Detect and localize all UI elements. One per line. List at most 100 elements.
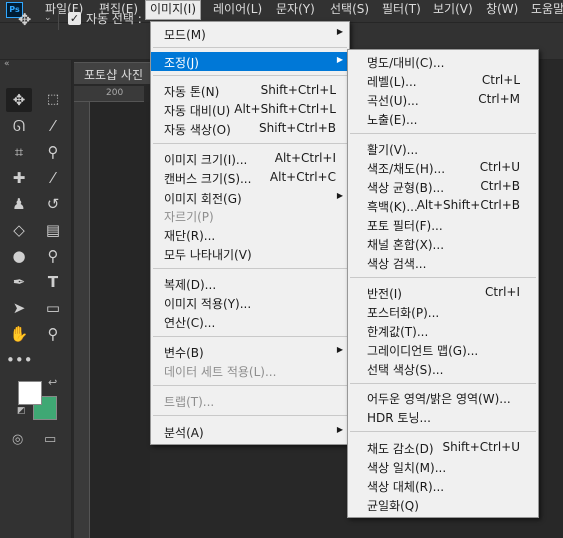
menu-item-reveal-all[interactable]: 모두 나타내기(V)	[151, 244, 349, 263]
zoom-icon[interactable]: ⚲	[40, 322, 66, 346]
menu-help[interactable]: 도움말	[527, 0, 563, 20]
menu-item-image-rotation[interactable]: 이미지 회전(G) ▶	[151, 188, 349, 207]
menu-item-desaturate[interactable]: 채도 감소(D) Shift+Ctrl+U	[348, 438, 538, 457]
menu-item-shortcut: Shift+Ctrl+L	[260, 83, 336, 97]
menu-item-apply-image[interactable]: 이미지 적용(Y)...	[151, 293, 349, 312]
menu-filter[interactable]: 필터(T)	[378, 0, 425, 20]
menu-item-duplicate[interactable]: 복제(D)...	[151, 274, 349, 293]
menu-item-label: 선택 색상(S)...	[367, 363, 444, 377]
auto-select-label: 자동 선택 :	[86, 12, 142, 26]
menu-item-gradient-map[interactable]: 그레이디언트 맵(G)...	[348, 340, 538, 359]
menu-item-label: 곡선(U)...	[367, 94, 419, 108]
menu-item-mode[interactable]: 모드(M) ▶	[151, 24, 349, 43]
auto-select-checkbox[interactable]: ✓	[68, 12, 81, 25]
menu-item-channel-mixer[interactable]: 채널 혼합(X)...	[348, 234, 538, 253]
foreground-color-swatch[interactable]	[18, 381, 42, 405]
menu-divider	[153, 415, 347, 416]
menu-item-shortcut: Alt+Shift+Ctrl+L	[234, 102, 336, 116]
menu-item-photo-filter[interactable]: 포토 필터(F)...	[348, 215, 538, 234]
menu-item-replace-color[interactable]: 색상 대체(R)...	[348, 476, 538, 495]
quick-mask-icon[interactable]: ◎	[12, 432, 23, 447]
menu-item-variables[interactable]: 변수(B) ▶	[151, 342, 349, 361]
screen-mode-icon[interactable]: ▭	[44, 432, 56, 447]
chevron-down-icon[interactable]: ⌄	[44, 13, 52, 23]
menu-divider	[350, 277, 536, 278]
menu-item-trim[interactable]: 재단(R)...	[151, 225, 349, 244]
document-tab-title: 포토샵 사진	[84, 68, 144, 82]
more-icon[interactable]: •••	[6, 348, 33, 372]
healing-brush-icon[interactable]: ✚	[6, 166, 32, 190]
hand-icon[interactable]: ✋	[6, 322, 32, 346]
pen-icon[interactable]: ✒	[6, 270, 32, 294]
menu-item-posterize[interactable]: 포스터화(P)...	[348, 302, 538, 321]
menu-select[interactable]: 선택(S)	[326, 0, 373, 20]
menu-divider	[153, 47, 347, 48]
menu-item-match-color[interactable]: 색상 일치(M)...	[348, 457, 538, 476]
canvas-area	[90, 102, 150, 538]
menu-image[interactable]: 이미지(I)	[145, 0, 202, 20]
menu-item-shortcut: Ctrl+I	[485, 285, 520, 299]
move-tool-preset-icon[interactable]: ✥	[18, 10, 31, 29]
history-brush-icon[interactable]: ↺	[40, 192, 66, 216]
menu-item-exposure[interactable]: 노출(E)...	[348, 109, 538, 128]
lasso-icon[interactable]: ᘏ	[6, 114, 32, 138]
menu-item-levels[interactable]: 레벨(L)... Ctrl+L	[348, 71, 538, 90]
menu-item-label: 연산(C)...	[164, 316, 216, 330]
menu-item-adjustments[interactable]: 조정(J) ▶	[151, 52, 349, 71]
menu-layer[interactable]: 레이어(L)	[209, 0, 266, 20]
menu-view[interactable]: 보기(V)	[429, 0, 477, 20]
brush-icon[interactable]: ⁄	[40, 166, 66, 190]
eyedropper-icon[interactable]: ⚲	[40, 140, 66, 164]
default-colors-icon[interactable]: ◩	[17, 406, 26, 416]
menu-item-auto-contrast[interactable]: 자동 대비(U) Alt+Shift+Ctrl+L	[151, 100, 349, 119]
menu-item-canvas-size[interactable]: 캔버스 크기(S)... Alt+Ctrl+C	[151, 168, 349, 187]
menu-item-invert[interactable]: 반전(I) Ctrl+I	[348, 283, 538, 302]
menu-item-auto-color[interactable]: 자동 색상(O) Shift+Ctrl+B	[151, 119, 349, 138]
path-select-icon[interactable]: ➤	[6, 296, 32, 320]
menu-item-color-lookup[interactable]: 색상 검색...	[348, 253, 538, 272]
menu-type[interactable]: 문자(Y)	[272, 0, 319, 20]
menu-item-calculations[interactable]: 연산(C)...	[151, 312, 349, 331]
blur-icon[interactable]: ●	[6, 244, 32, 268]
menu-item-selective-color[interactable]: 선택 색상(S)...	[348, 359, 538, 378]
menu-item-threshold[interactable]: 한계값(T)...	[348, 321, 538, 340]
menu-item-label: 자동 톤(N)	[164, 85, 220, 99]
rectangle-icon[interactable]: ▭	[40, 296, 66, 320]
menu-item-label: 조정(J)	[164, 56, 199, 70]
menu-item-brightness-contrast[interactable]: 명도/대비(C)...	[348, 52, 538, 71]
menu-item-label: 활기(V)...	[367, 143, 419, 157]
swap-colors-icon[interactable]: ↩	[48, 376, 57, 389]
menu-item-label: 분석(A)	[164, 426, 204, 440]
clone-stamp-icon[interactable]: ♟	[6, 192, 32, 216]
menu-item-equalize[interactable]: 균일화(Q)	[348, 495, 538, 514]
menu-item-label: 이미지 크기(I)...	[164, 153, 248, 167]
menu-item-label: 이미지 적용(Y)...	[164, 297, 252, 311]
menu-item-auto-tone[interactable]: 자동 톤(N) Shift+Ctrl+L	[151, 81, 349, 100]
menu-item-vibrance[interactable]: 활기(V)...	[348, 139, 538, 158]
menu-item-shadows-highlights[interactable]: 어두운 영역/밝은 영역(W)...	[348, 388, 538, 407]
crop-icon[interactable]: ⌗	[6, 140, 32, 164]
menu-item-label: 한계값(T)...	[367, 325, 429, 339]
menu-item-shortcut: Alt+Ctrl+C	[269, 170, 336, 184]
menu-item-curves[interactable]: 곡선(U)... Ctrl+M	[348, 90, 538, 109]
menu-item-label: 변수(B)	[164, 346, 204, 360]
eraser-icon[interactable]: ◇	[6, 218, 32, 242]
menu-item-label: 흑백(K)...	[367, 200, 418, 214]
magic-wand-icon[interactable]: ⁄	[40, 114, 66, 138]
collapse-panel-icon[interactable]: «	[4, 59, 10, 69]
menu-item-hdr-toning[interactable]: HDR 토닝...	[348, 407, 538, 426]
gradient-icon[interactable]: ▤	[40, 218, 66, 242]
move-icon[interactable]: ✥	[6, 88, 32, 112]
menu-item-label: 그레이디언트 맵(G)...	[367, 344, 479, 358]
menu-item-color-balance[interactable]: 색상 균형(B)... Ctrl+B	[348, 177, 538, 196]
menu-item-shortcut: Alt+Ctrl+I	[274, 151, 336, 165]
marquee-icon[interactable]: ⬚	[40, 88, 66, 112]
type-icon[interactable]: T	[40, 270, 66, 294]
dodge-icon[interactable]: ⚲	[40, 244, 66, 268]
menu-item-hue-saturation[interactable]: 색조/채도(H)... Ctrl+U	[348, 158, 538, 177]
menu-window[interactable]: 창(W)	[482, 0, 522, 20]
menu-item-analysis[interactable]: 분석(A) ▶	[151, 422, 349, 441]
menu-item-black-white[interactable]: 흑백(K)... Alt+Shift+Ctrl+B	[348, 196, 538, 215]
menu-divider	[350, 431, 536, 432]
menu-item-image-size[interactable]: 이미지 크기(I)... Alt+Ctrl+I	[151, 149, 349, 168]
